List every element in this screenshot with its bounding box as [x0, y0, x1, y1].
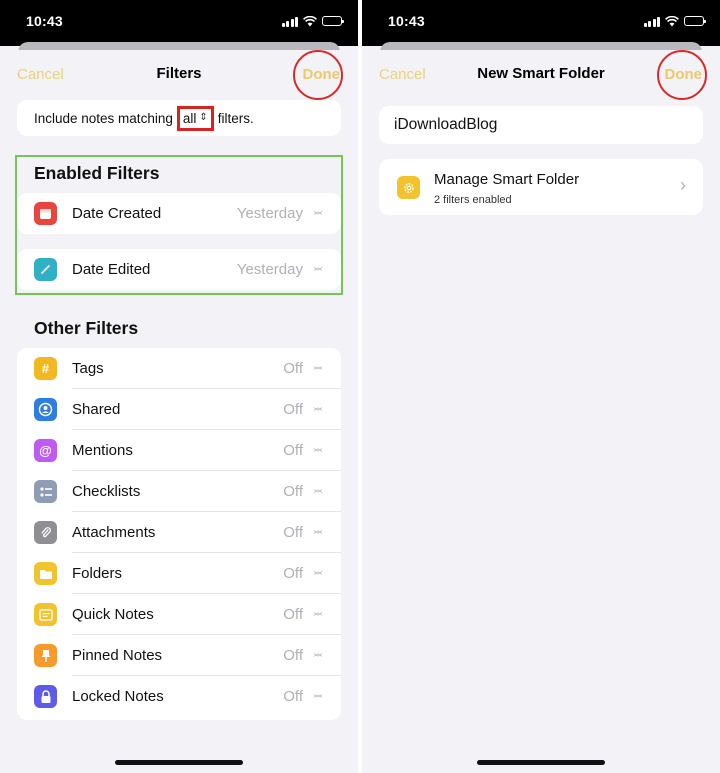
list-item[interactable]: Checklists Off ︿ ﹀	[17, 471, 341, 512]
filter-label: Folders	[72, 565, 123, 582]
other-filters-heading: Other Filters	[34, 318, 139, 338]
new-smart-folder-screen: 10:43 Cancel New Smart Folder Done iDown…	[362, 0, 720, 773]
filter-value: Yesterday	[236, 261, 303, 278]
chevron-up-down-icon: ︿ ﹀	[313, 401, 323, 417]
chevron-up-down-icon: ︿ ﹀	[313, 606, 323, 622]
filter-label: Date Created	[72, 205, 162, 222]
filter-label: Tags	[72, 360, 104, 377]
filter-value: Off	[283, 442, 303, 459]
manage-title: Manage Smart Folder	[434, 171, 580, 188]
filter-value: Off	[283, 360, 303, 377]
list-item[interactable]: Attachments Off ︿ ﹀	[17, 512, 341, 553]
list-item[interactable]: Shared Off ︿ ﹀	[17, 389, 341, 430]
nav-bar: Cancel New Smart Folder Done	[362, 50, 720, 100]
match-suffix: filters.	[217, 110, 254, 126]
status-bar: 10:43	[0, 0, 358, 46]
filter-value: Off	[283, 401, 303, 418]
done-highlight-circle	[657, 50, 707, 100]
enabled-filter-date-edited[interactable]: Date Edited Yesterday ︿ ﹀	[17, 249, 341, 290]
other-filters-list: # Tags Off ︿ ﹀ Shared Off ︿ ﹀ @ Mentions O…	[17, 348, 341, 720]
enabled-filters-heading: Enabled Filters	[34, 163, 160, 183]
home-indicator[interactable]	[477, 760, 605, 765]
filter-label: Quick Notes	[72, 606, 154, 623]
paperclip-icon	[34, 521, 57, 544]
list-item[interactable]: @ Mentions Off ︿ ﹀	[17, 430, 341, 471]
home-indicator[interactable]	[115, 760, 243, 765]
filter-value: Off	[283, 524, 303, 541]
filter-label: Date Edited	[72, 261, 151, 278]
chevron-up-down-icon: ︿ ﹀	[313, 688, 323, 704]
list-item[interactable]: Folders Off ︿ ﹀	[17, 553, 341, 594]
pin-icon	[34, 644, 57, 667]
at-sign-icon: @	[34, 439, 57, 462]
list-item[interactable]: Quick Notes Off ︿ ﹀	[17, 594, 341, 635]
folder-name-value: iDownloadBlog	[394, 116, 498, 133]
chevron-right-icon: ›	[680, 175, 686, 195]
match-prefix: Include notes matching	[34, 110, 173, 126]
chevron-up-down-icon: ︿ ﹀	[313, 647, 323, 663]
gear-icon	[397, 176, 420, 199]
battery-icon	[322, 16, 344, 26]
cellular-signal-icon	[643, 16, 660, 27]
match-mode-selector[interactable]: all ⇕	[176, 105, 214, 131]
filter-value: Off	[283, 688, 303, 705]
filter-value: Off	[283, 483, 303, 500]
status-time: 10:43	[388, 13, 425, 29]
filter-label: Locked Notes	[72, 688, 164, 705]
enabled-filter-date-created[interactable]: Date Created Yesterday ︿ ﹀	[17, 193, 341, 234]
match-mode-value: all	[182, 110, 197, 126]
chevron-up-down-icon: ︿ ﹀	[313, 205, 323, 221]
filters-screen: 10:43 Cancel Filters Done Include notes …	[0, 0, 358, 773]
filter-value: Off	[283, 647, 303, 664]
list-item[interactable]: # Tags Off ︿ ﹀	[17, 348, 341, 389]
chevron-up-down-icon: ︿ ﹀	[313, 524, 323, 540]
filter-value: Yesterday	[236, 205, 303, 222]
calendar-icon	[34, 202, 57, 225]
chevron-up-down-icon: ︿ ﹀	[313, 261, 323, 277]
filter-value: Off	[283, 606, 303, 623]
filter-label: Attachments	[72, 524, 156, 541]
status-time: 10:43	[26, 13, 63, 29]
filter-label: Pinned Notes	[72, 647, 163, 664]
cellular-signal-icon	[281, 16, 298, 27]
chevron-up-down-icon: ⇕	[199, 112, 208, 123]
filter-label: Checklists	[72, 483, 141, 500]
list-item[interactable]: Date Created Yesterday ︿ ﹀	[17, 193, 341, 234]
wifi-icon	[303, 15, 317, 26]
list-item[interactable]: Date Edited Yesterday ︿ ﹀	[17, 249, 341, 290]
filter-label: Mentions	[72, 442, 133, 459]
status-icons	[281, 15, 344, 27]
lock-icon	[34, 685, 57, 708]
nav-bar: Cancel Filters Done	[0, 50, 358, 100]
checklist-icon	[34, 480, 57, 503]
chevron-up-down-icon: ︿ ﹀	[313, 442, 323, 458]
hashtag-icon: #	[34, 357, 57, 380]
done-highlight-circle	[293, 50, 343, 100]
chevron-up-down-icon: ︿ ﹀	[313, 565, 323, 581]
folder-icon	[34, 562, 57, 585]
battery-icon	[684, 16, 706, 26]
smart-folder-sheet: Cancel New Smart Folder Done iDownloadBl…	[362, 50, 720, 773]
list-item[interactable]: Pinned Notes Off ︿ ﹀	[17, 635, 341, 676]
quick-note-icon	[34, 603, 57, 626]
folder-name-field[interactable]: iDownloadBlog	[379, 106, 703, 144]
match-filter-row: Include notes matching all ⇕ filters.	[17, 100, 341, 136]
filters-sheet: Cancel Filters Done Include notes matchi…	[0, 50, 358, 773]
status-bar: 10:43	[362, 0, 720, 46]
filter-value: Off	[283, 565, 303, 582]
chevron-up-down-icon: ︿ ﹀	[313, 360, 323, 376]
pencil-icon	[34, 258, 57, 281]
shared-people-icon	[34, 398, 57, 421]
wifi-icon	[665, 15, 679, 26]
chevron-up-down-icon: ︿ ﹀	[313, 483, 323, 499]
manage-smart-folder-row[interactable]: Manage Smart Folder 2 filters enabled ›	[379, 159, 703, 215]
filter-label: Shared	[72, 401, 121, 418]
manage-subtitle: 2 filters enabled	[434, 194, 512, 206]
status-icons	[643, 15, 706, 27]
list-item[interactable]: Locked Notes Off ︿ ﹀	[17, 676, 341, 717]
